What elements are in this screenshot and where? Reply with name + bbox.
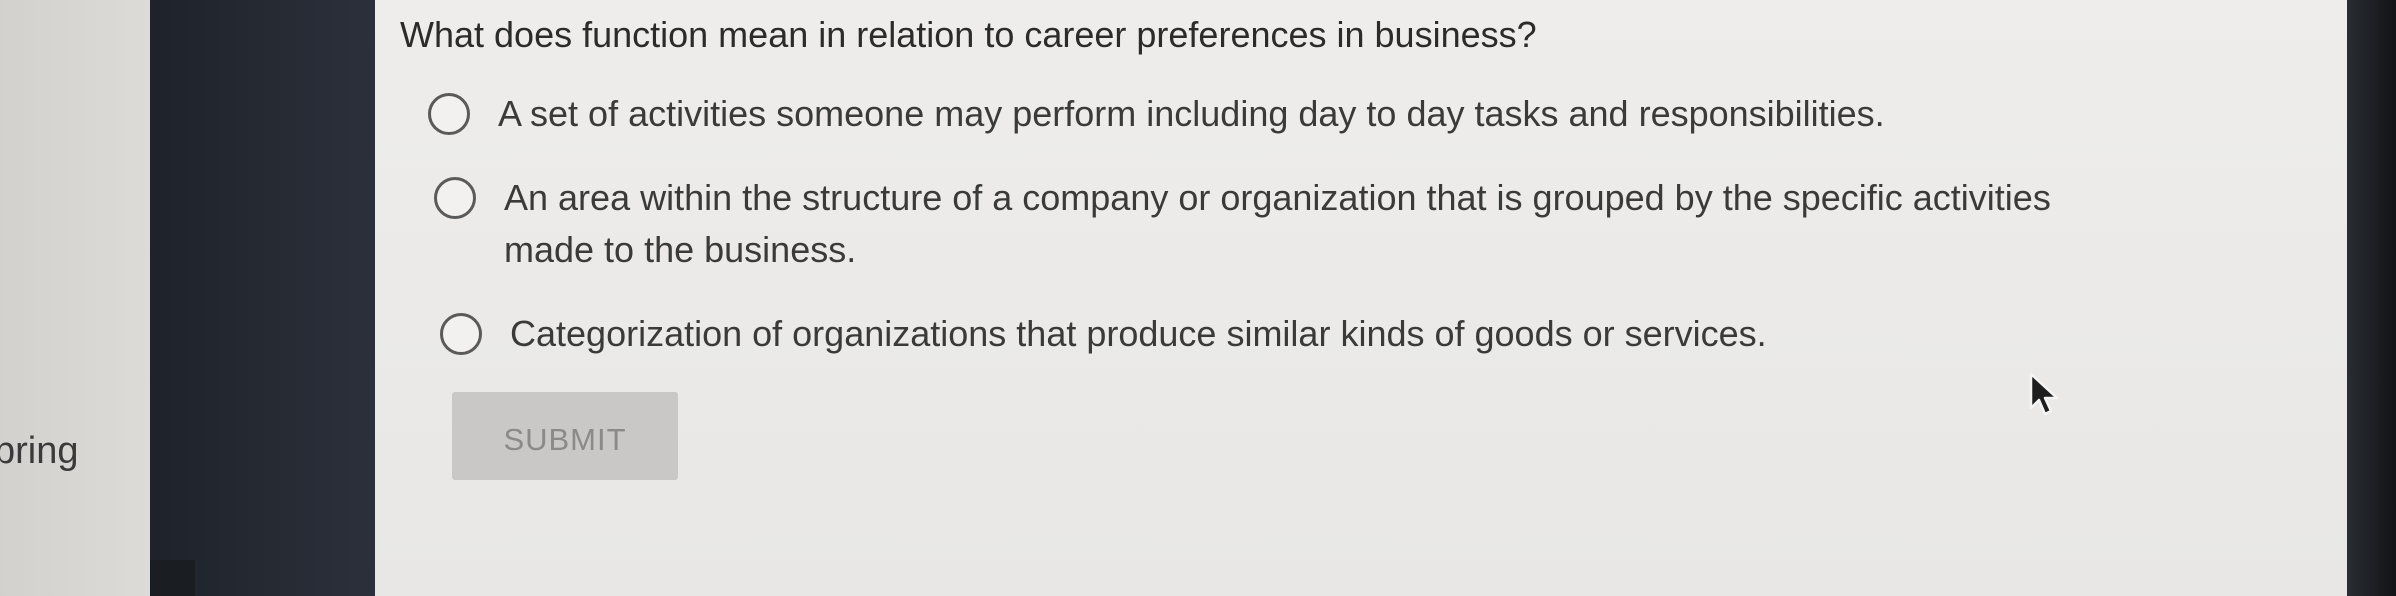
question-text: What does function mean in relation to c… [400,14,1537,55]
answer-option-2[interactable]: An area within the structure of a compan… [434,172,2054,276]
answer-option-3[interactable]: Categorization of organizations that pro… [440,308,1767,360]
answer-option-label[interactable]: Categorization of organizations that pro… [510,308,1767,360]
radio-unchecked-icon[interactable] [440,313,482,355]
submit-button[interactable]: SUBMIT [452,392,678,480]
partial-sidebar-text: pring [0,430,79,472]
answer-option-1[interactable]: A set of activities someone may perform … [428,88,1885,140]
answer-option-label[interactable]: An area within the structure of a compan… [504,172,2054,276]
answer-option-label[interactable]: A set of activities someone may perform … [498,88,1885,140]
radio-unchecked-icon[interactable] [428,93,470,135]
dark-side-bar [150,0,375,596]
dark-bar-shadow [150,560,195,596]
left-background-panel: pring [0,0,150,596]
right-edge-bezel [2347,0,2396,596]
radio-unchecked-icon[interactable] [434,177,476,219]
mouse-pointer-icon [2029,372,2059,416]
